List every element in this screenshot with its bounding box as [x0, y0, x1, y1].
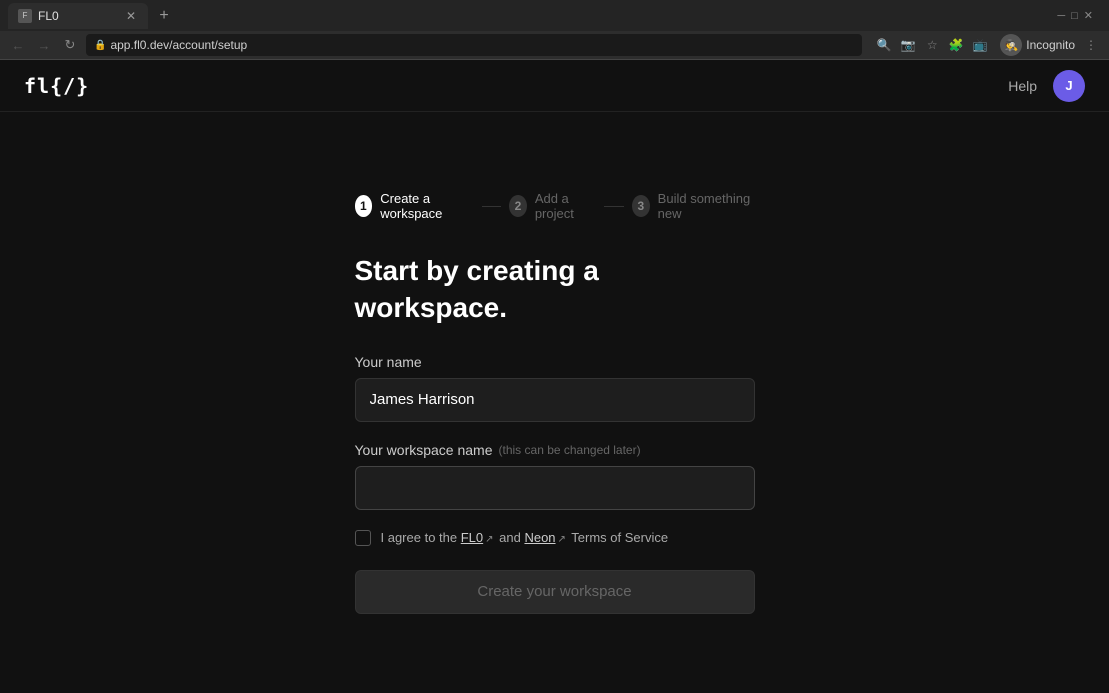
tab-bar: F FL0 ✕ + ─ □ ✕ — [0, 0, 1109, 31]
setup-container: 1 Create a workspace 2 Add a project 3 B… — [355, 191, 755, 614]
name-field-group: Your name — [355, 354, 755, 422]
create-workspace-button[interactable]: Create your workspace — [355, 570, 755, 614]
step-1: 1 Create a workspace — [355, 191, 474, 221]
address-bar-row: ← → ↻ 🔒 app.fl0.dev/account/setup 🔍 📷 ☆ … — [0, 31, 1109, 59]
tos-label: I agree to the FL0↗ and Neon↗ Terms of S… — [381, 530, 669, 545]
app: fl{/} Help J 1 Create a workspace 2 Add … — [0, 60, 1109, 693]
forward-button[interactable]: → — [34, 35, 54, 55]
tab-favicon: F — [18, 9, 32, 23]
name-label: Your name — [355, 354, 755, 370]
page-title: Start by creating a workspace. — [355, 253, 755, 326]
flo-tos-link[interactable]: FL0 — [461, 530, 483, 545]
step-divider-2 — [604, 206, 624, 207]
maximize-button[interactable]: □ — [1071, 10, 1078, 22]
step-1-number: 1 — [355, 195, 373, 217]
lock-icon: 🔒 — [94, 40, 106, 51]
user-avatar[interactable]: J — [1053, 70, 1085, 102]
browser-actions: 🔍 📷 ☆ 🧩 📺 — [874, 35, 990, 55]
step-divider-1 — [482, 206, 502, 207]
workspace-label: Your workspace name (this can be changed… — [355, 442, 755, 458]
refresh-button[interactable]: ↻ — [60, 35, 80, 55]
main-content: 1 Create a workspace 2 Add a project 3 B… — [0, 112, 1109, 693]
new-tab-button[interactable]: + — [152, 4, 176, 28]
workspace-hint: (this can be changed later) — [499, 443, 641, 457]
step-2-number: 2 — [509, 195, 527, 217]
step-3-label: Build something new — [658, 191, 755, 221]
close-window-button[interactable]: ✕ — [1084, 9, 1093, 22]
neon-tos-link[interactable]: Neon — [524, 530, 555, 545]
menu-button[interactable]: ⋮ — [1081, 35, 1101, 55]
cast-button[interactable]: 📺 — [970, 35, 990, 55]
star-button[interactable]: ☆ — [922, 35, 942, 55]
navbar: fl{/} Help J — [0, 60, 1109, 112]
incognito-icon: 🕵 — [1000, 34, 1022, 56]
tos-checkbox-group: I agree to the FL0↗ and Neon↗ Terms of S… — [355, 530, 755, 546]
zoom-button[interactable]: 🔍 — [874, 35, 894, 55]
tab-label: FL0 — [38, 9, 118, 23]
browser-chrome: F FL0 ✕ + ─ □ ✕ ← → ↻ 🔒 app.fl0.dev/acco… — [0, 0, 1109, 60]
help-link[interactable]: Help — [1008, 78, 1037, 94]
workspace-field-group: Your workspace name (this can be changed… — [355, 442, 755, 510]
tos-checkbox[interactable] — [355, 530, 371, 546]
tab-close-button[interactable]: ✕ — [124, 9, 138, 23]
address-text: app.fl0.dev/account/setup — [110, 38, 247, 52]
step-3-number: 3 — [632, 195, 650, 217]
minimize-button[interactable]: ─ — [1057, 10, 1065, 22]
back-button[interactable]: ← — [8, 35, 28, 55]
camera-button[interactable]: 📷 — [898, 35, 918, 55]
address-bar[interactable]: 🔒 app.fl0.dev/account/setup — [86, 34, 862, 56]
incognito-label: Incognito — [1026, 38, 1075, 52]
stepper: 1 Create a workspace 2 Add a project 3 B… — [355, 191, 755, 221]
active-tab[interactable]: F FL0 ✕ — [8, 3, 148, 29]
navbar-right: Help J — [1008, 70, 1085, 102]
step-1-label: Create a workspace — [380, 191, 473, 221]
step-2-label: Add a project — [535, 191, 596, 221]
step-2: 2 Add a project — [509, 191, 596, 221]
logo: fl{/} — [24, 74, 89, 98]
flo-link-icon: ↗ — [485, 534, 493, 545]
workspace-input[interactable] — [355, 466, 755, 510]
neon-link-icon: ↗ — [558, 534, 566, 545]
name-input[interactable] — [355, 378, 755, 422]
incognito-area: 🕵 Incognito — [1000, 34, 1075, 56]
step-3: 3 Build something new — [632, 191, 755, 221]
extension-button[interactable]: 🧩 — [946, 35, 966, 55]
